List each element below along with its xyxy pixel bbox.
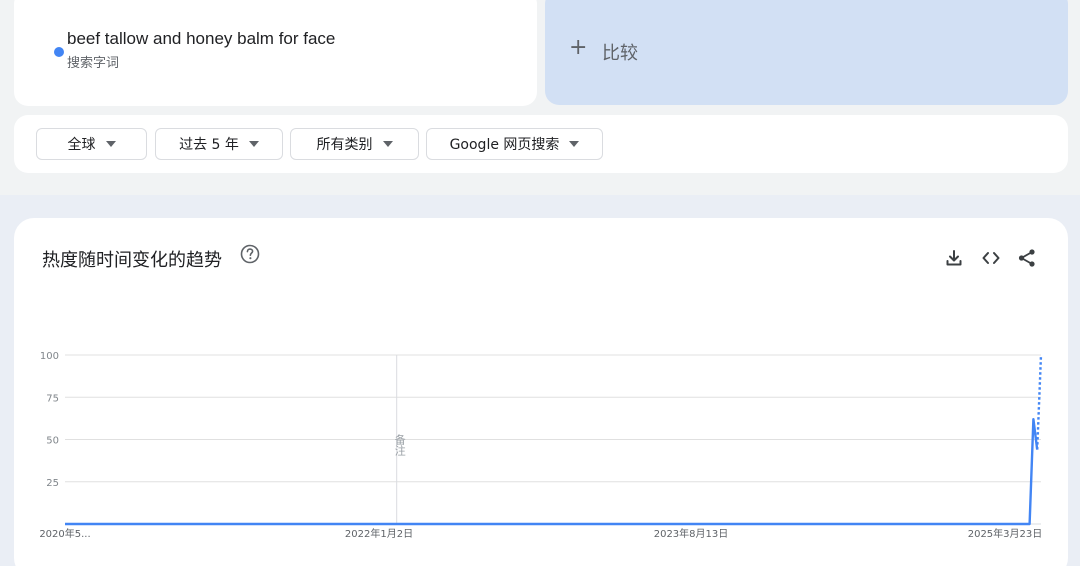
region-filter[interactable]: 全球 <box>36 128 147 160</box>
compare-label: 比较 <box>602 43 638 64</box>
dropdown-arrow-icon <box>248 141 259 147</box>
x-tick-label: 2022年1月2日 <box>345 527 413 540</box>
embed-code-icon[interactable] <box>980 247 1002 269</box>
time-range-filter[interactable]: 过去 5 年 <box>155 128 283 160</box>
interest-line-chart: 100 75 50 25 备注 2020年5... 2022年1月2日 2023年8月13日 2… <box>39 351 1043 540</box>
time-range-filter-label: 过去 5 年 <box>179 137 239 153</box>
search-type-filter-label: Google 网页搜索 <box>449 137 560 153</box>
filter-bar: 全球 过去 5 年 所有类别 Google 网页搜索 <box>14 115 1068 173</box>
help-icon[interactable] <box>240 244 260 264</box>
partial-data-line <box>1036 354 1043 450</box>
search-term-type: 搜索字词 <box>67 56 120 71</box>
dropdown-arrow-icon <box>105 141 116 147</box>
search-term-name[interactable]: beef tallow and honey balm for face <box>67 29 335 49</box>
y-tick-label: 75 <box>46 393 59 404</box>
category-filter-label: 所有类别 <box>316 137 373 153</box>
y-tick-label: 100 <box>40 351 59 362</box>
share-icon[interactable] <box>1016 247 1038 269</box>
card-title: 热度随时间变化的趋势 <box>42 250 222 271</box>
annotation-label: 备注 <box>393 433 406 456</box>
dropdown-arrow-icon <box>569 141 580 147</box>
compare-button[interactable]: + 比较 <box>545 0 1068 105</box>
download-icon[interactable] <box>943 247 965 269</box>
category-filter[interactable]: 所有类别 <box>290 128 419 160</box>
x-tick-label: 2020年5... <box>39 527 90 540</box>
y-tick-label: 25 <box>46 478 59 489</box>
dropdown-arrow-icon <box>382 141 393 147</box>
x-tick-label: 2025年3月23日 <box>968 527 1043 540</box>
y-tick-label: 50 <box>46 436 59 447</box>
plus-icon: + <box>569 35 588 60</box>
region-filter-label: 全球 <box>67 137 96 153</box>
series-line <box>65 418 1039 526</box>
series-color-dot <box>54 47 64 57</box>
x-tick-label: 2023年8月13日 <box>654 527 729 540</box>
search-term-card[interactable]: beef tallow and honey balm for face 搜索字词 <box>14 0 537 106</box>
search-type-filter[interactable]: Google 网页搜索 <box>426 128 603 160</box>
